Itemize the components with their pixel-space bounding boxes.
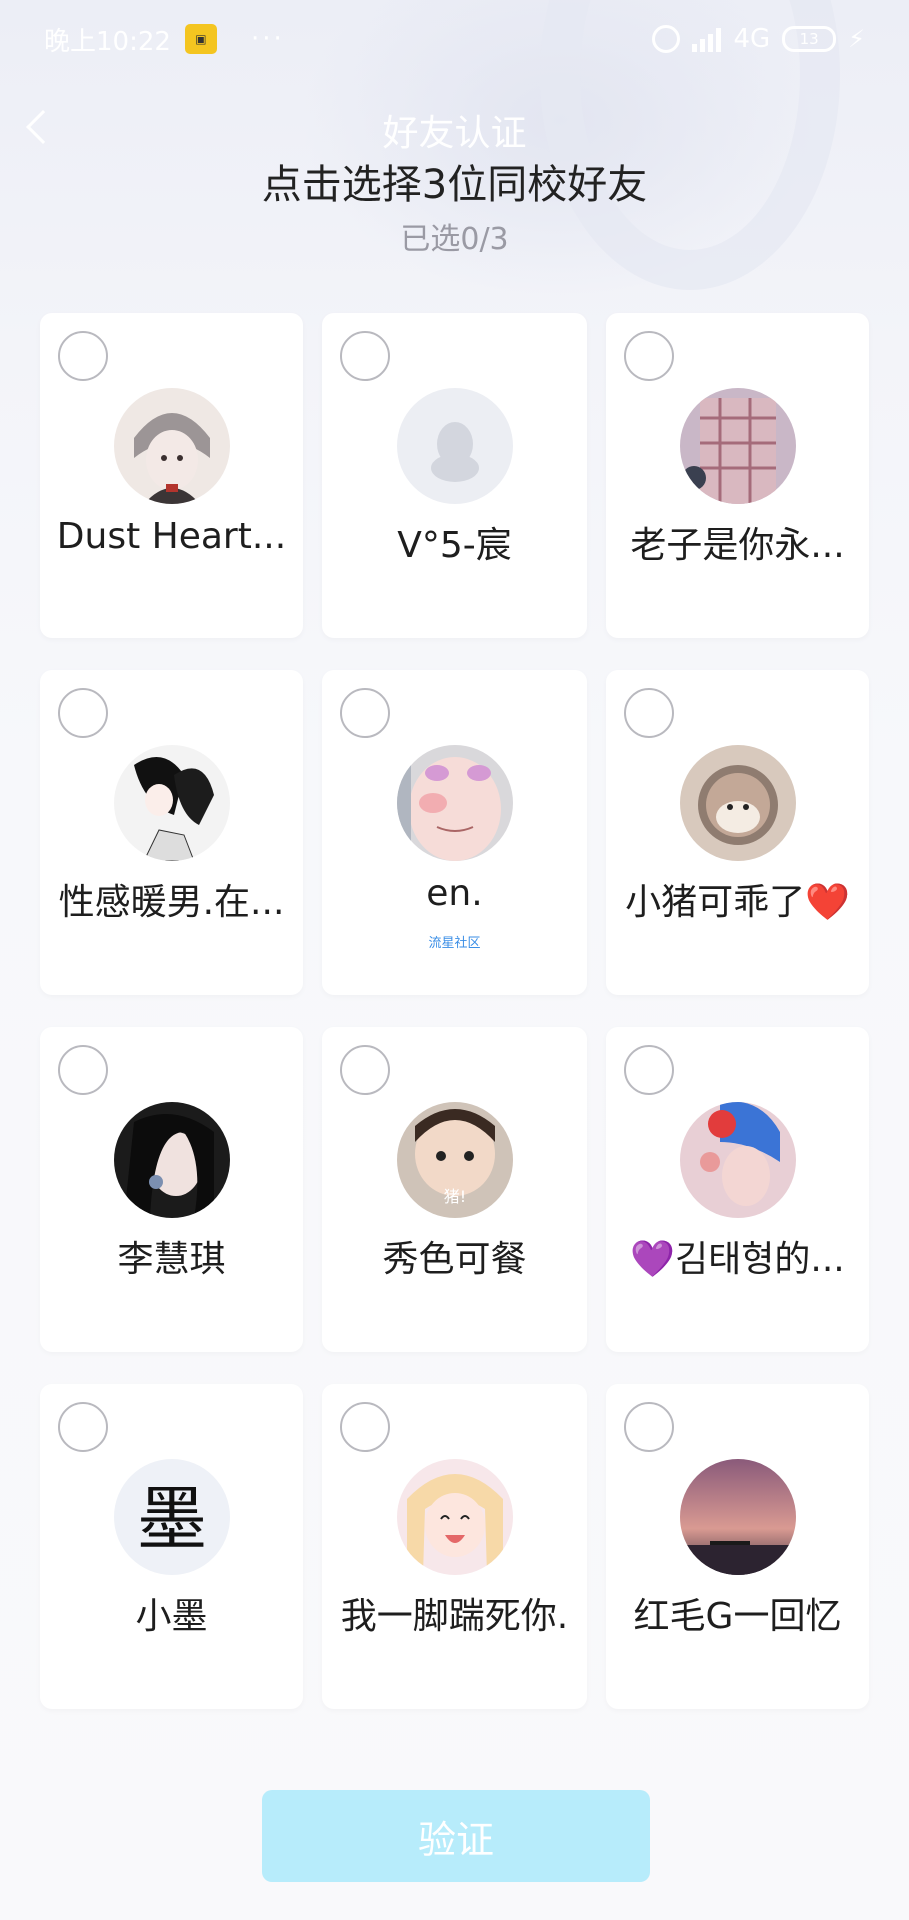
friend-verification-page: 晚上10:22 ▣ ··· 4G 13 ⚡ 好友认证 点击选择3位同校好友 已选… xyxy=(0,0,909,1920)
avatar: 墨 xyxy=(113,1459,230,1575)
avatar-glyph: 墨 xyxy=(137,1478,207,1560)
friend-grid: Dust Heart... V°5-宸 老子是你永... 性感暖男.在... e… xyxy=(40,313,870,1709)
friend-name: 小墨 xyxy=(135,1596,208,1637)
friend-card[interactable]: 性感暖男.在... xyxy=(40,670,303,995)
avatar xyxy=(113,1102,230,1218)
selected-count: 已选0/3 xyxy=(400,222,509,257)
avatar: 猪! xyxy=(396,1102,513,1218)
status-right: 4G 13 ⚡ xyxy=(652,24,865,54)
friend-card[interactable]: 老子是你永... xyxy=(606,313,869,638)
nav-title: 好友认证 xyxy=(382,113,527,154)
avatar xyxy=(396,388,513,504)
select-checkbox[interactable] xyxy=(624,688,674,738)
app-notification-icon: ▣ xyxy=(184,24,217,54)
network-type: 4G xyxy=(733,24,771,54)
avatar-image xyxy=(396,1459,513,1575)
friend-name: 红毛G一回忆 xyxy=(633,1596,842,1637)
avatar xyxy=(396,745,513,861)
friend-name: 小猪可乖了❤️ xyxy=(625,882,850,923)
status-left: 晚上10:22 ▣ ··· xyxy=(44,21,285,58)
friend-name: 💜김태형的... xyxy=(630,1239,845,1280)
battery-icon: 13 xyxy=(782,26,837,52)
friend-name: 老子是你永... xyxy=(630,525,845,566)
select-checkbox[interactable] xyxy=(58,1045,108,1095)
avatar xyxy=(679,745,796,861)
avatar-image xyxy=(679,745,796,861)
friend-card[interactable]: 我一脚踹死你. xyxy=(322,1384,587,1709)
select-checkbox[interactable] xyxy=(340,1045,390,1095)
avatar-caption: 猪! xyxy=(443,1187,465,1206)
default-avatar-icon xyxy=(396,388,513,504)
charging-icon: ⚡ xyxy=(848,25,865,53)
avatar xyxy=(679,1459,796,1575)
select-checkbox[interactable] xyxy=(58,331,108,381)
verify-button[interactable]: 验证 xyxy=(262,1790,650,1882)
friend-card[interactable]: 小猪可乖了❤️ xyxy=(606,670,869,995)
status-time: 晚上10:22 xyxy=(44,26,171,57)
select-checkbox[interactable] xyxy=(624,1045,674,1095)
friend-name: 李慧琪 xyxy=(117,1239,226,1280)
avatar xyxy=(113,388,230,504)
avatar-image xyxy=(679,1459,796,1575)
more-notifications-icon: ··· xyxy=(250,24,285,54)
avatar-image xyxy=(679,1102,796,1218)
friend-tag: 流星社区 xyxy=(428,936,481,951)
friend-name: 我一脚踹死你. xyxy=(340,1596,569,1637)
select-checkbox[interactable] xyxy=(340,331,390,381)
friend-name: V°5-宸 xyxy=(397,525,512,566)
friend-card[interactable]: 💜김태형的... xyxy=(606,1027,869,1352)
alarm-icon xyxy=(652,25,681,53)
signal-icon xyxy=(692,26,722,52)
page-title: 点击选择3位同校好友 xyxy=(261,162,648,208)
friend-card[interactable]: 猪! 秀色可餐 xyxy=(322,1027,587,1352)
friend-card[interactable]: 墨 小墨 xyxy=(40,1384,303,1709)
avatar-image: 墨 xyxy=(113,1459,230,1575)
friend-card[interactable]: Dust Heart... xyxy=(40,313,303,638)
avatar-image xyxy=(679,388,796,504)
friend-card[interactable]: 李慧琪 xyxy=(40,1027,303,1352)
select-checkbox[interactable] xyxy=(340,688,390,738)
friend-card[interactable]: 红毛G一回忆 xyxy=(606,1384,869,1709)
status-bar: 晚上10:22 ▣ ··· 4G 13 ⚡ xyxy=(0,0,909,78)
select-checkbox[interactable] xyxy=(58,688,108,738)
avatar xyxy=(679,388,796,504)
avatar xyxy=(113,745,230,861)
select-checkbox[interactable] xyxy=(624,1402,674,1452)
avatar xyxy=(679,1102,796,1218)
friend-name: 性感暖男.在... xyxy=(58,882,285,923)
avatar xyxy=(396,1459,513,1575)
select-checkbox[interactable] xyxy=(58,1402,108,1452)
select-checkbox[interactable] xyxy=(340,1402,390,1452)
avatar-image xyxy=(396,745,513,861)
avatar-image: 猪! xyxy=(396,1102,513,1218)
select-checkbox[interactable] xyxy=(624,331,674,381)
friend-card[interactable]: V°5-宸 xyxy=(322,313,587,638)
friend-card[interactable]: en. 流星社区 xyxy=(322,670,587,995)
avatar-image xyxy=(113,388,230,504)
friend-name: Dust Heart... xyxy=(56,516,287,557)
friend-name: 秀色可餐 xyxy=(382,1239,527,1280)
battery-level: 13 xyxy=(799,30,819,48)
friend-name: en. xyxy=(426,873,483,914)
avatar-image xyxy=(113,745,230,861)
avatar-image xyxy=(113,1102,230,1218)
